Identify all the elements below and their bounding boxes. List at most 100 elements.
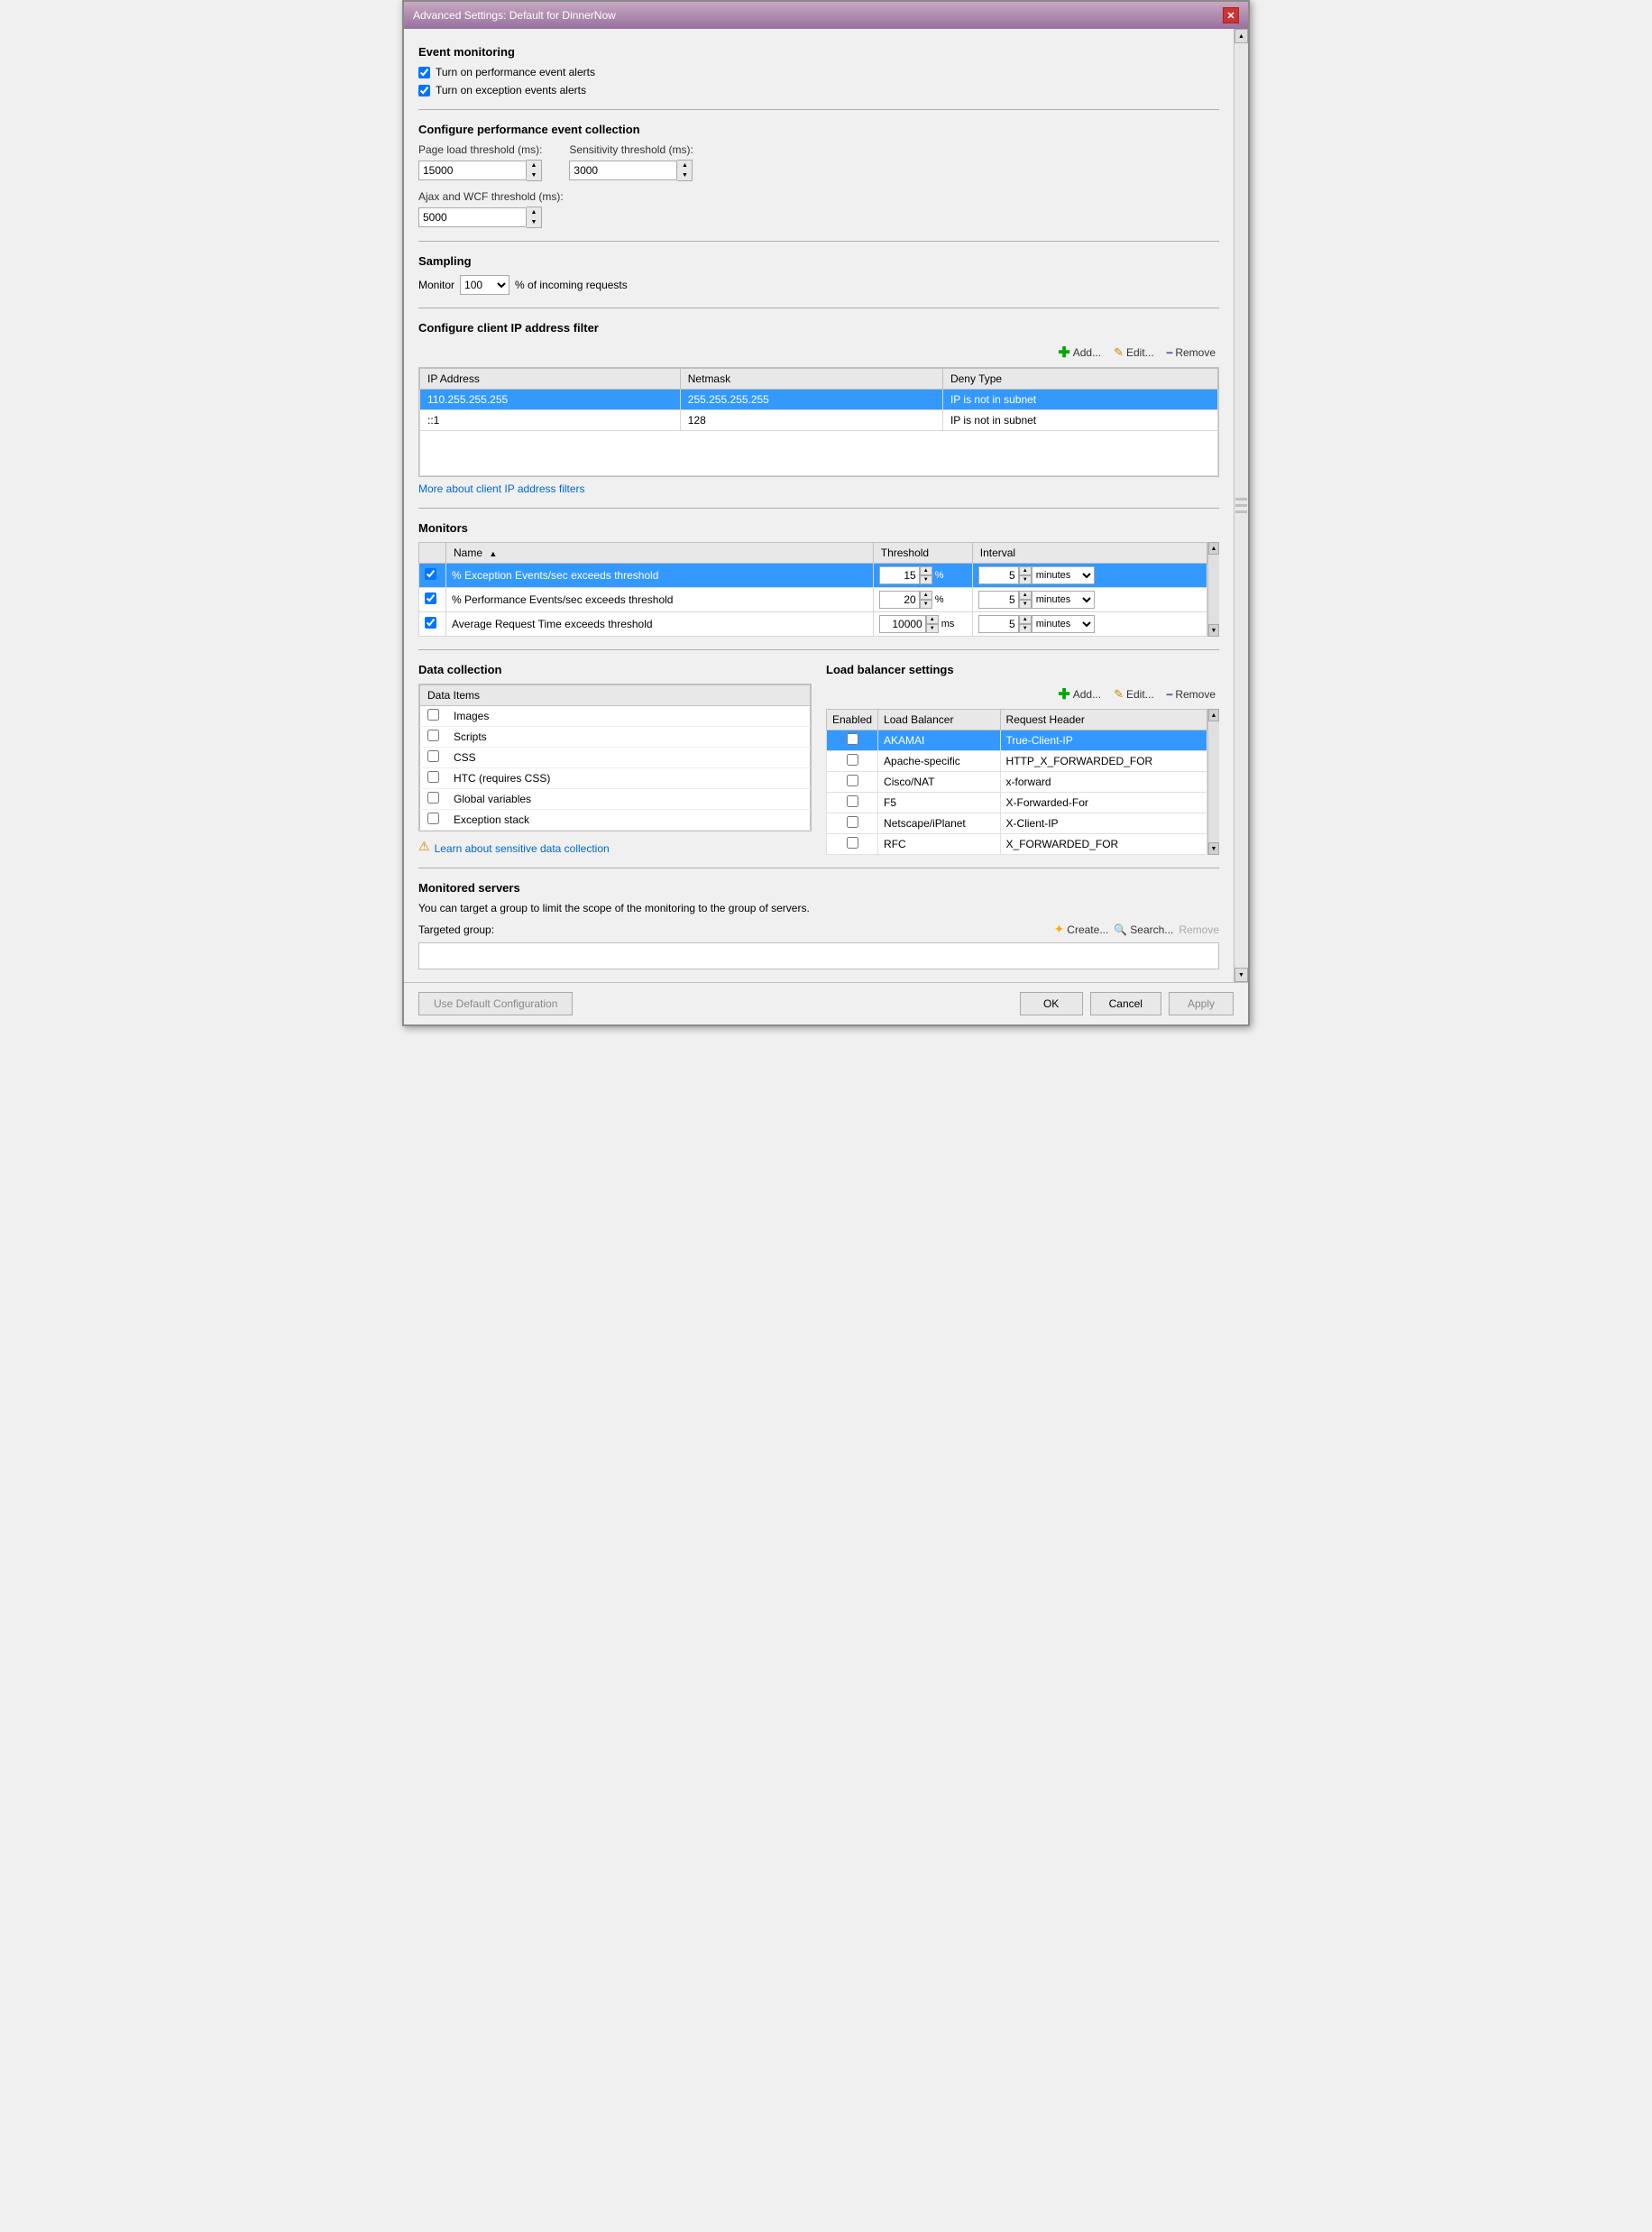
threshold-down[interactable]: ▼: [920, 600, 932, 609]
use-default-button[interactable]: Use Default Configuration: [418, 992, 573, 1015]
ajax-down-btn[interactable]: ▼: [527, 217, 541, 227]
threshold-down[interactable]: ▼: [920, 575, 932, 584]
sensitivity-down-btn[interactable]: ▼: [677, 170, 692, 180]
scroll-down-btn[interactable]: ▼: [1208, 624, 1219, 637]
interval-select[interactable]: minutes hours: [1032, 615, 1095, 633]
scroll-up-btn[interactable]: ▲: [1208, 542, 1219, 555]
images-checkbox[interactable]: [427, 709, 439, 721]
create-btn[interactable]: ✦ Create...: [1054, 922, 1109, 937]
targeted-row: Targeted group: ✦ Create... 🔍 Search... …: [418, 922, 1219, 937]
sensitive-data-link[interactable]: Learn about sensitive data collection: [435, 842, 610, 855]
css-checkbox[interactable]: [427, 750, 439, 762]
table-row[interactable]: AKAMAI True-Client-IP: [827, 730, 1207, 751]
divider-4: [418, 508, 1219, 509]
list-item[interactable]: Scripts: [420, 727, 811, 748]
interval-select[interactable]: minutes hours: [1032, 566, 1095, 584]
threshold-input[interactable]: [879, 566, 920, 584]
interval-input[interactable]: [978, 566, 1019, 584]
threshold-input[interactable]: [879, 591, 920, 609]
monitor-checkbox[interactable]: [425, 617, 436, 629]
global-vars-checkbox[interactable]: [427, 792, 439, 804]
threshold-up[interactable]: ▲: [920, 591, 932, 600]
interval-up[interactable]: ▲: [1019, 566, 1032, 575]
close-button[interactable]: ✕: [1223, 7, 1239, 23]
lb-header-header: Request Header: [1000, 710, 1207, 730]
page-load-group: Page load threshold (ms): 15000 ▲ ▼: [418, 143, 542, 181]
threshold-up[interactable]: ▲: [926, 615, 939, 624]
interval-up[interactable]: ▲: [1019, 615, 1032, 624]
interval-up[interactable]: ▲: [1019, 591, 1032, 600]
monitor-row[interactable]: % Performance Events/sec exceeds thresho…: [419, 588, 1207, 612]
monitor-row[interactable]: % Exception Events/sec exceeds threshold…: [419, 564, 1207, 588]
lb-checkbox[interactable]: [847, 795, 858, 807]
exception-stack-checkbox[interactable]: [427, 813, 439, 824]
htc-checkbox[interactable]: [427, 771, 439, 783]
sensitivity-up-btn[interactable]: ▲: [677, 161, 692, 170]
monitors-scrollbar[interactable]: ▲ ▼: [1207, 542, 1219, 637]
interval-down[interactable]: ▼: [1019, 624, 1032, 633]
page-load-input[interactable]: 15000: [418, 161, 527, 180]
lb-enabled-cell: [827, 730, 878, 751]
lb-checkbox[interactable]: [847, 754, 858, 766]
threshold-input[interactable]: [879, 615, 926, 633]
interval-input[interactable]: [978, 591, 1019, 609]
ok-button[interactable]: OK: [1020, 992, 1083, 1015]
ajax-up-btn[interactable]: ▲: [527, 207, 541, 217]
scroll-grip: [1235, 510, 1247, 513]
list-item[interactable]: HTC (requires CSS): [420, 768, 811, 789]
main-scroll-up[interactable]: ▲: [1234, 29, 1248, 43]
lb-scroll-up[interactable]: ▲: [1208, 709, 1219, 721]
interval-select[interactable]: minutes hours: [1032, 591, 1095, 609]
lb-edit-button[interactable]: ✎ Edit...: [1110, 685, 1158, 703]
more-link[interactable]: More about client IP address filters: [418, 482, 585, 495]
scripts-checkbox[interactable]: [427, 730, 439, 741]
table-row[interactable]: RFC X_FORWARDED_FOR: [827, 834, 1207, 855]
interval-down[interactable]: ▼: [1019, 575, 1032, 584]
sensitivity-input[interactable]: 3000: [569, 161, 677, 180]
list-item[interactable]: CSS: [420, 748, 811, 768]
ip-remove-button[interactable]: ━ Remove: [1163, 344, 1219, 361]
data-items-container: Data Items Images Scripts: [418, 684, 812, 831]
main-scroll-down[interactable]: ▼: [1234, 968, 1248, 982]
table-row[interactable]: Netscape/iPlanet X-Client-IP: [827, 813, 1207, 834]
table-row[interactable]: Cisco/NAT x-forward: [827, 772, 1207, 793]
page-load-up-btn[interactable]: ▲: [527, 161, 541, 170]
monitor-checkbox[interactable]: [425, 592, 436, 604]
ip-edit-button[interactable]: ✎ Edit...: [1110, 344, 1158, 362]
threshold-up[interactable]: ▲: [920, 566, 932, 575]
interval-input[interactable]: [978, 615, 1019, 633]
monitor-select[interactable]: 100 50 25 10: [460, 275, 509, 295]
lb-checkbox[interactable]: [847, 816, 858, 828]
cancel-button[interactable]: Cancel: [1090, 992, 1161, 1015]
threshold-unit: %: [935, 594, 944, 605]
table-row[interactable]: F5 X-Forwarded-For: [827, 793, 1207, 813]
main-scrollbar[interactable]: ▲ ▼: [1234, 29, 1248, 982]
ip-table-container: IP Address Netmask Deny Type 110.255.255…: [418, 367, 1219, 477]
table-row[interactable]: Apache-specific HTTP_X_FORWARDED_FOR: [827, 751, 1207, 772]
monitor-checkbox[interactable]: [425, 568, 436, 580]
ip-add-button[interactable]: ✚ Add...: [1054, 342, 1105, 363]
monitor-label: Monitor: [418, 279, 454, 291]
list-item[interactable]: Exception stack: [420, 810, 811, 831]
threshold-mini-btns: ▲ ▼: [920, 566, 932, 584]
search-btn[interactable]: 🔍 Search...: [1114, 923, 1173, 936]
lb-scroll-down[interactable]: ▼: [1208, 842, 1219, 855]
table-row[interactable]: 110.255.255.255 255.255.255.255 IP is no…: [420, 390, 1218, 410]
ajax-input[interactable]: 5000: [418, 207, 527, 227]
lb-remove-button[interactable]: ━ Remove: [1163, 686, 1219, 703]
exception-alerts-checkbox[interactable]: [418, 85, 430, 96]
lb-checkbox[interactable]: [847, 775, 858, 786]
lb-checkbox[interactable]: [847, 837, 858, 849]
lb-checkbox[interactable]: [847, 733, 858, 745]
page-load-down-btn[interactable]: ▼: [527, 170, 541, 180]
monitor-row[interactable]: Average Request Time exceeds threshold ▲…: [419, 612, 1207, 637]
perf-alerts-checkbox[interactable]: [418, 67, 430, 78]
list-item[interactable]: Global variables: [420, 789, 811, 810]
list-item[interactable]: Images: [420, 706, 811, 727]
lb-scrollbar[interactable]: ▲ ▼: [1207, 709, 1219, 855]
table-row[interactable]: ::1 128 IP is not in subnet: [420, 410, 1218, 431]
threshold-down[interactable]: ▼: [926, 624, 939, 633]
apply-button[interactable]: Apply: [1169, 992, 1234, 1015]
lb-add-button[interactable]: ✚ Add...: [1054, 684, 1105, 705]
interval-down[interactable]: ▼: [1019, 600, 1032, 609]
